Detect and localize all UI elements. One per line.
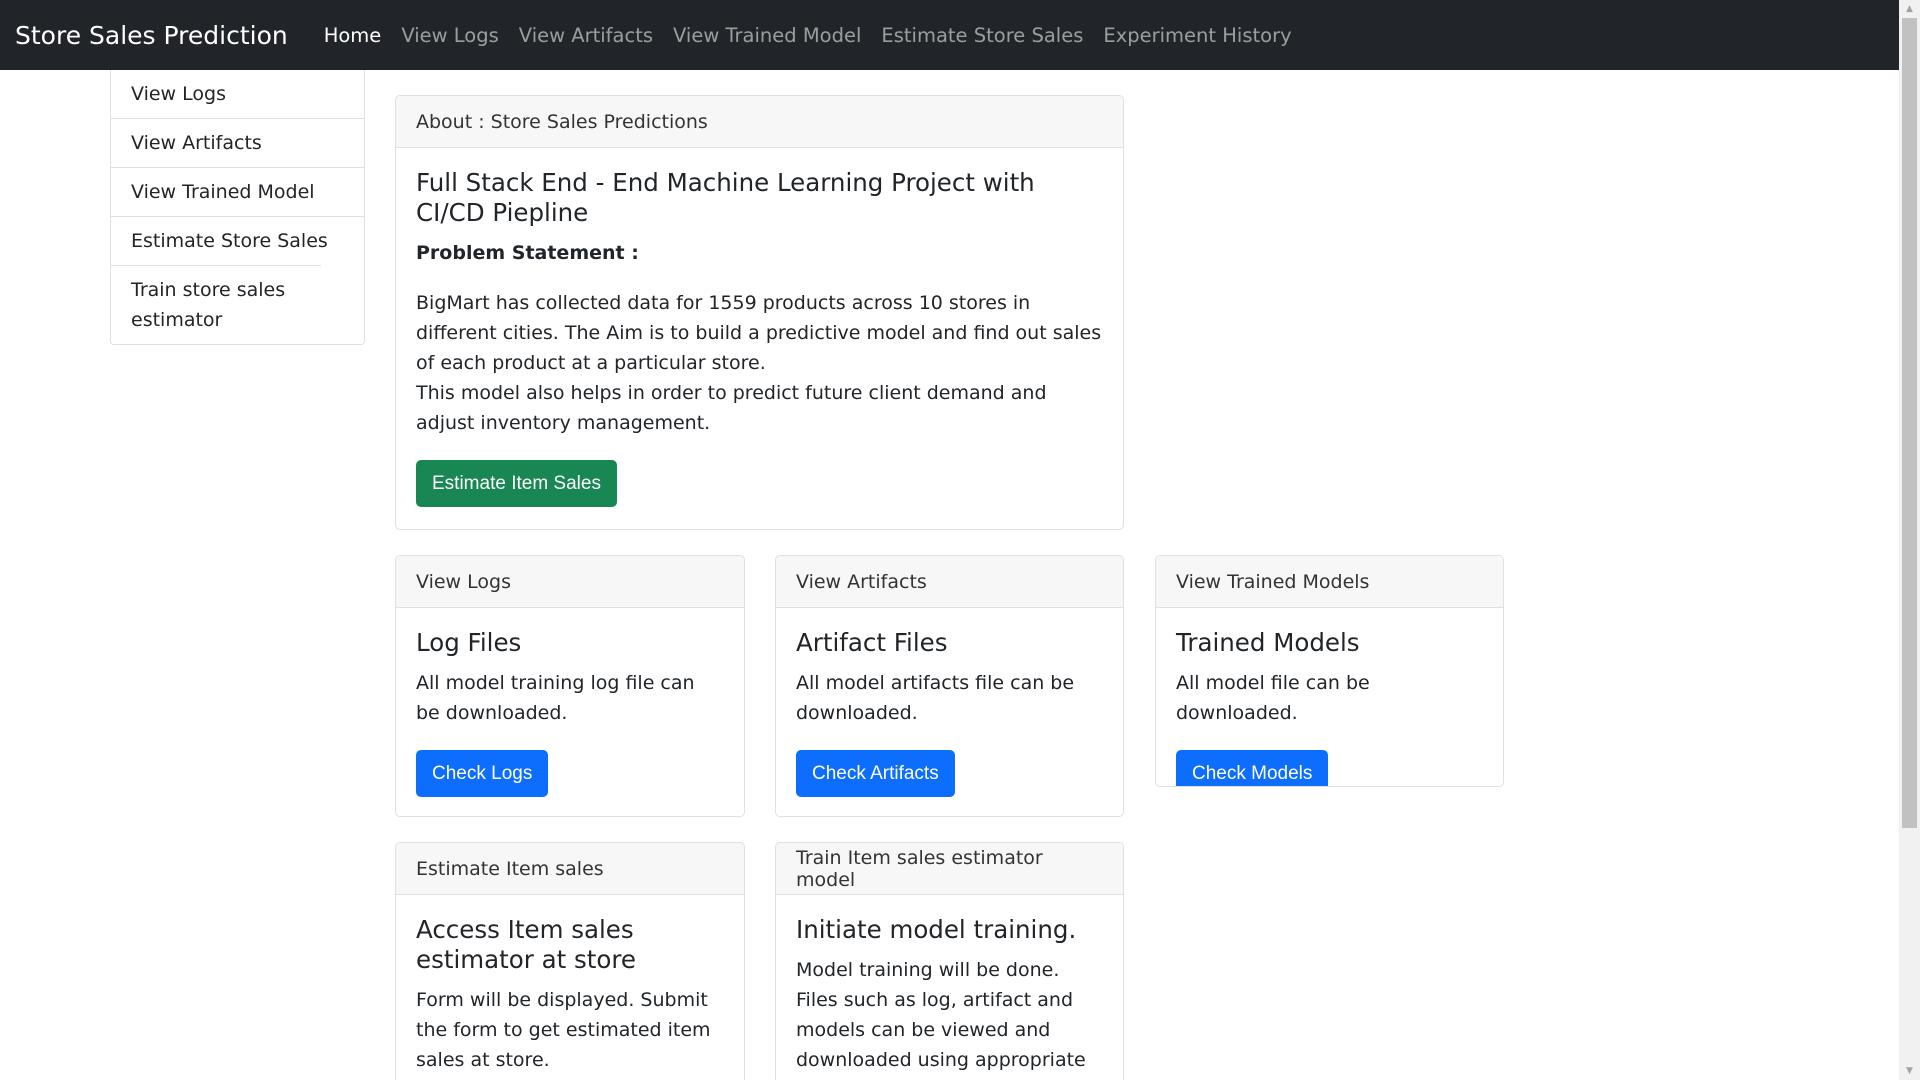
- view-logs-card: View Logs Log Files All model training l…: [395, 555, 745, 817]
- nav-link-view-trained-model[interactable]: View Trained Model: [673, 24, 861, 47]
- card-text: All model file can be downloaded.: [1176, 672, 1370, 724]
- card-header: View Trained Models: [1156, 556, 1503, 608]
- card-title: Artifact Files: [796, 628, 948, 657]
- problem-statement-text: BigMart has collected data for 1559 prod…: [416, 292, 1102, 374]
- model-purpose-text: This model also helps in order to predic…: [416, 382, 1047, 434]
- check-artifacts-button[interactable]: Check Artifacts: [796, 750, 955, 797]
- card-header: View Artifacts: [776, 556, 1123, 608]
- card-title: Access Item sales estimator at store: [416, 915, 636, 974]
- scroll-down-arrow-icon[interactable]: ▼: [1899, 1062, 1920, 1080]
- top-navbar: Store Sales Prediction Home View Logs Vi…: [0, 0, 1899, 70]
- card-header: Train Item sales estimator model: [776, 843, 1123, 895]
- card-title: Log Files: [416, 628, 522, 657]
- nav-link-home[interactable]: Home: [324, 24, 382, 47]
- nav-link-experiment-history[interactable]: Experiment History: [1103, 24, 1291, 47]
- vertical-scrollbar[interactable]: ▲ ▼: [1899, 0, 1920, 1080]
- train-estimator-card: Train Item sales estimator model Initiat…: [775, 842, 1124, 1080]
- sidebar-item-estimate-store-sales[interactable]: Estimate Store Sales: [111, 216, 364, 265]
- about-card-title: Full Stack End - End Machine Learning Pr…: [416, 168, 1035, 227]
- navbar-brand[interactable]: Store Sales Prediction: [15, 21, 288, 50]
- card-text: All model training log file can be downl…: [416, 672, 695, 724]
- problem-statement-label: Problem Statement :: [416, 242, 639, 264]
- check-logs-button[interactable]: Check Logs: [416, 750, 549, 797]
- sidebar-item-train-estimator[interactable]: Train store sales estimator: [111, 265, 321, 344]
- card-text: Form will be displayed. Submit the form …: [416, 989, 711, 1071]
- check-models-button[interactable]: Check Models: [1176, 750, 1329, 786]
- card-header: Estimate Item sales: [396, 843, 744, 895]
- about-card: About : Store Sales Predictions Full Sta…: [395, 95, 1124, 530]
- sidebar-list: View Logs View Artifacts View Trained Mo…: [110, 70, 365, 345]
- nav-link-view-artifacts[interactable]: View Artifacts: [519, 24, 653, 47]
- card-header: View Logs: [396, 556, 744, 608]
- scroll-thumb[interactable]: [1902, 18, 1917, 828]
- sidebar-item-view-artifacts[interactable]: View Artifacts: [111, 118, 364, 167]
- card-title: Initiate model training.: [796, 915, 1077, 944]
- nav-link-estimate-store-sales[interactable]: Estimate Store Sales: [881, 24, 1083, 47]
- scroll-up-arrow-icon[interactable]: ▲: [1899, 0, 1920, 18]
- about-card-header: About : Store Sales Predictions: [396, 96, 1123, 148]
- card-text: Model training will be done. Files such …: [796, 959, 1086, 1080]
- sidebar-item-view-trained-model[interactable]: View Trained Model: [111, 167, 364, 216]
- view-trained-models-card: View Trained Models Trained Models All m…: [1155, 555, 1504, 787]
- estimate-item-sales-button[interactable]: Estimate Item Sales: [416, 460, 617, 507]
- card-title: Trained Models: [1176, 628, 1360, 657]
- view-artifacts-card: View Artifacts Artifact Files All model …: [775, 555, 1124, 817]
- sidebar-item-view-logs[interactable]: View Logs: [111, 70, 364, 118]
- estimate-item-sales-card: Estimate Item sales Access Item sales es…: [395, 842, 745, 1080]
- card-text: All model artifacts file can be download…: [796, 672, 1075, 724]
- nav-link-view-logs[interactable]: View Logs: [401, 24, 498, 47]
